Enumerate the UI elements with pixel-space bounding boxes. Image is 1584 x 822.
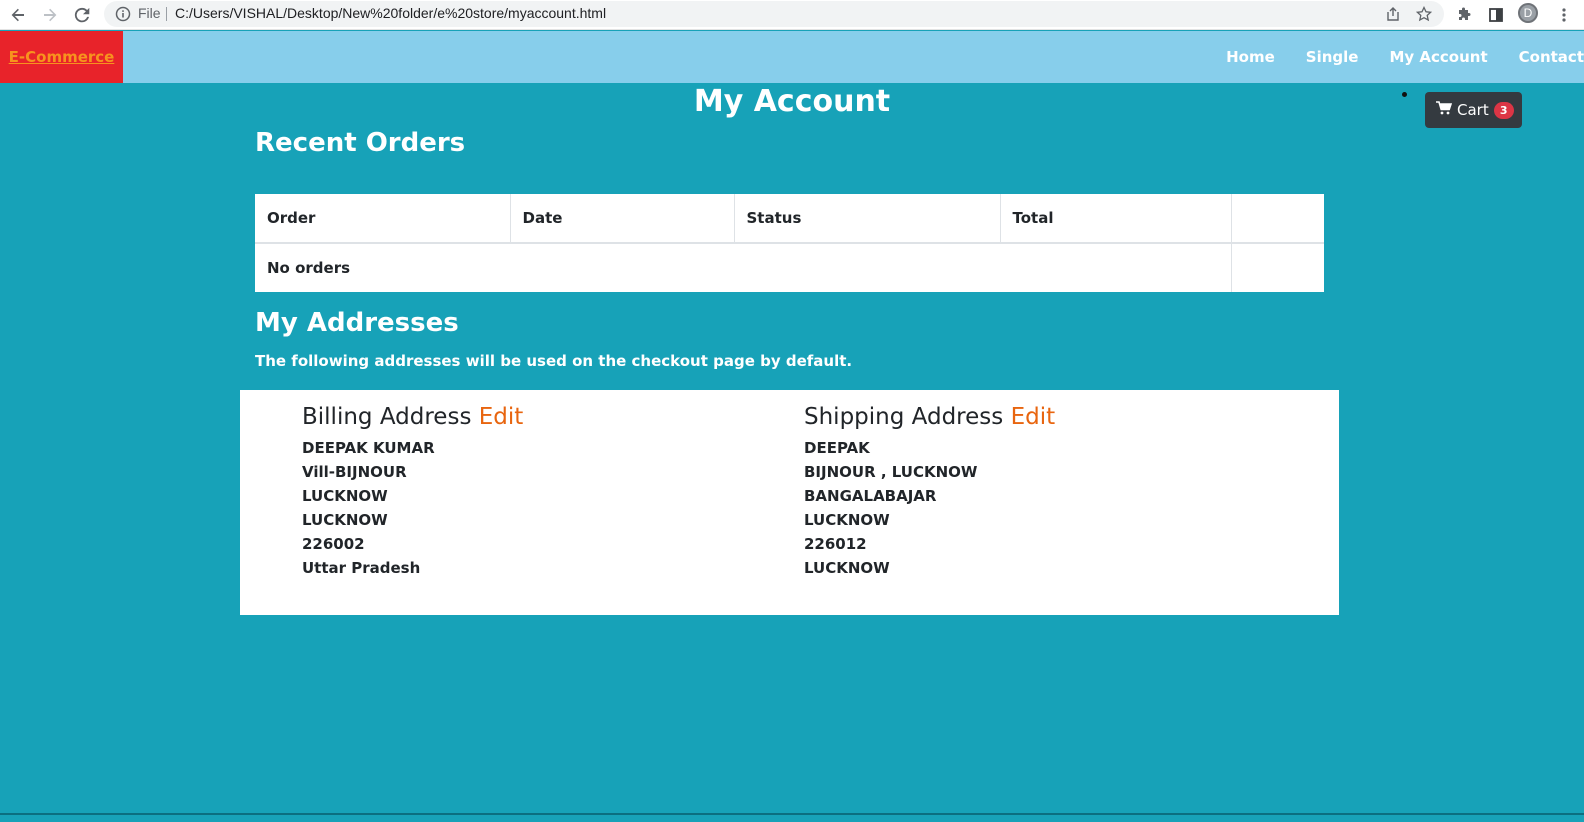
nav-link-single[interactable]: Single xyxy=(1306,48,1359,66)
back-arrow-icon[interactable] xyxy=(6,3,30,27)
no-orders-message: No orders xyxy=(267,259,351,277)
info-icon[interactable] xyxy=(114,5,132,23)
page-title: My Account xyxy=(693,84,891,119)
column-header-status: Status xyxy=(734,194,1001,244)
brand-link[interactable]: E-Commerce xyxy=(9,48,115,66)
shipping-name: DEEPAK xyxy=(804,439,870,457)
shipping-city: LUCKNOW xyxy=(804,511,890,529)
table-row: No orders xyxy=(255,243,1324,292)
browser-toolbar: File C:/Users/VISHAL/Desktop/New%20folde… xyxy=(0,0,1584,30)
shipping-street: BIJNOUR , LUCKNOW xyxy=(804,463,978,481)
table-cell-empty xyxy=(1230,243,1324,292)
shipping-state: LUCKNOW xyxy=(804,559,890,577)
address-separator xyxy=(166,7,167,21)
brand-block: E-Commerce xyxy=(0,31,123,83)
addresses-card: Billing Address Edit DEEPAK KUMAR Vill-B… xyxy=(240,390,1339,615)
table-header-row: Order Date Status Total xyxy=(255,194,1324,244)
bookmark-star-icon[interactable] xyxy=(1415,5,1433,23)
shipping-postcode: 226012 xyxy=(804,535,867,553)
reload-icon[interactable] xyxy=(70,3,94,27)
page-bottom-edge xyxy=(0,813,1584,815)
share-icon[interactable] xyxy=(1384,5,1402,23)
billing-name: DEEPAK KUMAR xyxy=(302,439,435,457)
shipping-edit-link[interactable]: Edit xyxy=(1011,404,1056,430)
billing-city: LUCKNOW xyxy=(302,511,388,529)
nav-link-home[interactable]: Home xyxy=(1226,48,1275,66)
url-text[interactable]: C:/Users/VISHAL/Desktop/New%20folder/e%2… xyxy=(175,5,606,21)
shipping-address-heading: Shipping Address Edit xyxy=(804,404,1055,430)
billing-street: Vill-BIJNOUR xyxy=(302,463,407,481)
column-header-total: Total xyxy=(1000,194,1232,244)
billing-address: Billing Address Edit DEEPAK KUMAR Vill-B… xyxy=(302,404,523,580)
side-panel-icon[interactable] xyxy=(1484,3,1508,27)
extensions-puzzle-icon[interactable] xyxy=(1452,3,1476,27)
site-navbar: E-Commerce Home Single My Account Contac… xyxy=(0,31,1584,83)
profile-avatar[interactable]: D xyxy=(1518,3,1538,23)
column-header-actions xyxy=(1231,194,1324,244)
forward-arrow-icon[interactable] xyxy=(38,3,62,27)
billing-address-heading: Billing Address Edit xyxy=(302,404,523,430)
browser-menu-icon[interactable] xyxy=(1552,3,1576,27)
recent-orders-heading: Recent Orders xyxy=(255,128,466,158)
column-header-date: Date xyxy=(510,194,735,244)
my-addresses-heading: My Addresses xyxy=(255,308,459,338)
shipping-address: Shipping Address Edit DEEPAK BIJNOUR , L… xyxy=(804,404,1055,580)
billing-state: Uttar Pradesh xyxy=(302,559,421,577)
address-bar[interactable]: File C:/Users/VISHAL/Desktop/New%20folde… xyxy=(104,1,1444,27)
nav-link-my-account[interactable]: My Account xyxy=(1389,48,1487,66)
nav-link-contact[interactable]: Contact xyxy=(1519,48,1584,66)
billing-address-title: Billing Address xyxy=(302,404,472,430)
column-header-order: Order xyxy=(255,194,511,244)
nav-links: Home Single My Account Contact xyxy=(1195,31,1584,83)
shipping-address-title: Shipping Address xyxy=(804,404,1004,430)
billing-locality: LUCKNOW xyxy=(302,487,388,505)
billing-edit-link[interactable]: Edit xyxy=(479,404,524,430)
addresses-note: The following addresses will be used on … xyxy=(255,352,853,370)
orders-table: Order Date Status Total No orders xyxy=(255,194,1324,292)
shipping-locality: BANGALABAJAR xyxy=(804,487,937,505)
file-scheme-label: File xyxy=(138,5,161,21)
billing-postcode: 226002 xyxy=(302,535,365,553)
